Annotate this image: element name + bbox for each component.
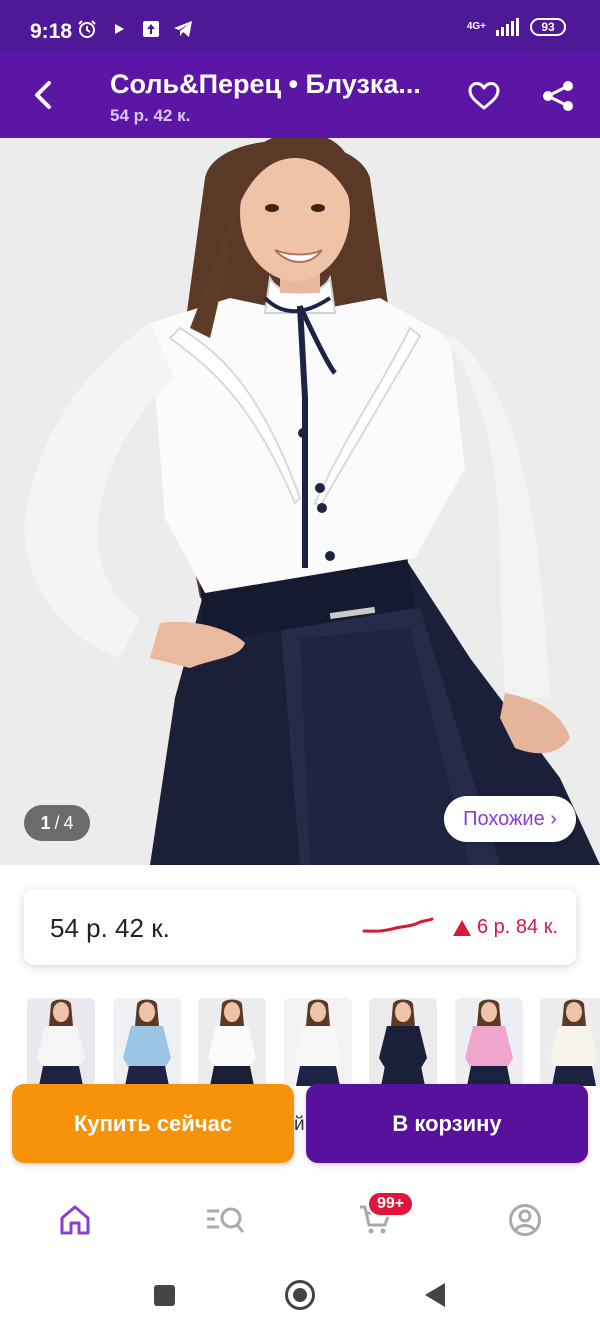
add-to-cart-button[interactable]: В корзину xyxy=(306,1084,588,1163)
status-bar: 9:18 4G+ 93 xyxy=(0,0,600,52)
system-home-button[interactable] xyxy=(285,1280,315,1310)
gallery-total-pages: 4 xyxy=(63,812,74,833)
back-button[interactable] xyxy=(22,74,64,116)
catalog-search-icon xyxy=(207,1207,245,1233)
share-icon xyxy=(543,81,573,111)
nav-catalog[interactable] xyxy=(201,1196,249,1244)
signal-icon xyxy=(496,18,519,36)
thumbnail-1[interactable] xyxy=(27,998,95,1086)
product-thumbnails xyxy=(0,998,600,1090)
recent-apps-button[interactable] xyxy=(154,1285,175,1306)
share-button[interactable] xyxy=(536,74,580,118)
thumbnail-2[interactable] xyxy=(113,998,181,1086)
system-back-button[interactable] xyxy=(425,1283,445,1307)
thumbnail-4[interactable] xyxy=(284,998,352,1086)
product-title: Соль&Перец • Блузка... xyxy=(110,69,421,99)
product-photo[interactable] xyxy=(0,138,600,865)
telegram-icon xyxy=(172,18,194,40)
heart-icon xyxy=(468,82,500,110)
battery-indicator: 93 xyxy=(530,18,566,36)
app-header: Соль&Перец • Блузка... 54 р. 42 к. xyxy=(0,52,600,138)
home-icon xyxy=(60,1205,90,1235)
bottom-navigation xyxy=(0,1178,600,1258)
price-change: 6 р. 84 к. xyxy=(452,916,558,939)
status-system-icons: 4G+ 93 xyxy=(467,18,566,36)
nav-home[interactable] xyxy=(51,1196,99,1244)
buy-now-button[interactable]: Купить сейчас xyxy=(12,1084,294,1163)
thumbnail-3[interactable] xyxy=(198,998,266,1086)
status-time: 9:18 xyxy=(30,20,73,43)
play-icon xyxy=(108,18,130,40)
gallery-current-page: 1 xyxy=(40,812,51,833)
system-navigation-bar xyxy=(0,1258,600,1332)
status-notification-icons xyxy=(76,18,194,40)
profile-icon xyxy=(509,1204,541,1236)
gallery-page-counter: 1 / 4 xyxy=(24,805,90,841)
similar-button[interactable]: Похожие › xyxy=(444,796,576,842)
gallery-separator: / xyxy=(54,812,60,833)
nav-profile[interactable] xyxy=(501,1196,549,1244)
current-price: 54 р. 42 к. xyxy=(50,913,170,943)
network-type: 4G+ xyxy=(466,21,486,32)
price-up-arrow-icon xyxy=(452,919,471,936)
hidden-text-fragment: й xyxy=(294,1114,305,1135)
price-history-sparkline xyxy=(362,917,434,933)
upload-icon xyxy=(140,18,162,40)
thumbnail-6[interactable] xyxy=(455,998,523,1086)
chevron-left-icon xyxy=(35,81,51,109)
thumbnail-7[interactable] xyxy=(540,998,600,1086)
thumbnail-5[interactable] xyxy=(369,998,437,1086)
favorite-button[interactable] xyxy=(462,74,506,118)
price-card[interactable]: 54 р. 42 к. 6 р. 84 к. xyxy=(24,889,576,965)
price-change-value: 6 р. 84 к. xyxy=(476,916,558,938)
cart-count-badge: 99+ xyxy=(367,1191,415,1217)
header-price: 54 р. 42 к. xyxy=(110,106,191,125)
product-image xyxy=(0,138,600,865)
alarm-icon xyxy=(76,18,98,40)
